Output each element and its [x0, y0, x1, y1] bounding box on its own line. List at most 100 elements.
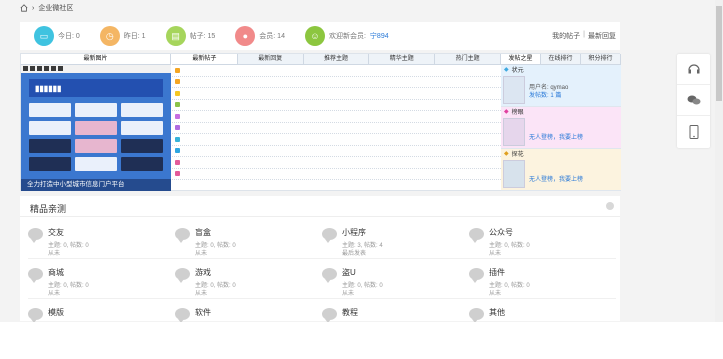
stat-members: ● 会员: 14 [235, 26, 285, 46]
forum-item[interactable]: 游戏 主题: 0, 帖数: 0 从未 [175, 266, 322, 299]
forum-name[interactable]: 盲盒 [195, 227, 211, 238]
page: › 企业微社区 ▭ 今日: 0 ◷ 昨日: 1 ▤ 帖子: 15 ● 会员: 14 ☺ 欢… [0, 0, 723, 359]
forum-last-post: 从未 [48, 291, 61, 297]
tab-latest-images[interactable]: 最新图片 [21, 54, 171, 64]
rank-join-link[interactable]: 无人登榜，我要上榜 [529, 132, 583, 141]
forum-last-post: 从未 [195, 291, 208, 297]
forum-item[interactable]: 盲盒 主题: 0, 帖数: 0 从未 [175, 226, 322, 259]
bullet-icon [175, 90, 180, 96]
stats-bar: ▭ 今日: 0 ◷ 昨日: 1 ▤ 帖子: 15 ● 会员: 14 ☺ 欢迎新会员: 宁89… [20, 22, 620, 50]
list-item[interactable] [172, 100, 501, 111]
rank-join-link[interactable]: 无人登榜，我要上榜 [529, 174, 583, 183]
forum-item[interactable]: 商城 主题: 0, 帖数: 0 从未 [28, 266, 175, 299]
list-item[interactable] [172, 123, 501, 134]
list-item[interactable] [172, 88, 501, 100]
bullet-icon [175, 79, 180, 85]
quick-links: 我的帖子 | 最新回复 [552, 31, 616, 41]
scrollbar-thumb[interactable] [716, 6, 722, 101]
forum-name[interactable]: 游戏 [195, 267, 211, 278]
tab-points-rank[interactable]: 积分排行 [581, 54, 621, 64]
my-posts-link[interactable]: 我的帖子 [552, 31, 580, 41]
stat-welcome: ☺ 欢迎新会员: 宁894 [304, 26, 389, 46]
forum-bubble-icon [175, 228, 190, 243]
list-item[interactable] [172, 157, 501, 169]
breadcrumb-current[interactable]: 企业微社区 [38, 3, 73, 13]
forum-bubble-icon [469, 268, 484, 283]
forum-bubble-icon [322, 268, 337, 283]
post-icon: ▤ [165, 26, 186, 46]
diamond-icon: ◆ [504, 151, 509, 157]
forum-name[interactable]: 教程 [342, 307, 358, 318]
home-icon[interactable] [20, 4, 28, 12]
forum-bubble-icon [175, 308, 190, 323]
breadcrumb-separator: › [32, 4, 35, 12]
section-title: 精品亲测 [30, 204, 67, 214]
forum-name[interactable]: 插件 [489, 267, 505, 278]
new-member-link[interactable]: 宁894 [370, 31, 389, 41]
slide-thumbnails [29, 103, 163, 171]
slide-banner: ▮▮▮▮▮▮ [29, 79, 163, 97]
forum-name[interactable]: 盗U [342, 267, 356, 278]
forum-name[interactable]: 小程序 [342, 227, 366, 238]
list-item[interactable] [172, 65, 501, 77]
post-tab-row: 最新帖子 最新回复 推荐主题 精华主题 热门主题 [172, 54, 501, 65]
clock-icon: ◷ [99, 26, 120, 46]
latest-reply-link[interactable]: 最新回复 [588, 31, 616, 41]
phone-icon[interactable] [677, 116, 710, 147]
list-item[interactable] [172, 111, 501, 123]
bullet-icon [175, 113, 180, 119]
forum-name[interactable]: 其他 [489, 307, 505, 318]
forum-bubble-icon [322, 308, 337, 323]
forum-bubble-icon [322, 228, 337, 243]
rank-first: ◆ 状元 用户名: qymao 发帖数: 1 篇 [501, 65, 621, 107]
forum-item[interactable]: 交友 主题: 0, 帖数: 0 从未 [28, 226, 175, 259]
rank-panel: ◆ 状元 用户名: qymao 发帖数: 1 篇 ◆ 榜眼 无人登榜，我要上榜 ◆ 探… [501, 65, 621, 191]
bullet-icon [175, 67, 180, 73]
scrollbar[interactable] [715, 0, 723, 322]
forum-item[interactable]: 盗U 主题: 0, 帖数: 0 从未 [322, 266, 469, 299]
forum-item[interactable]: 插件 主题: 0, 帖数: 0 从未 [469, 266, 616, 299]
tab-latest-posts[interactable]: 最新帖子 [172, 54, 238, 64]
bullet-icon [175, 171, 180, 177]
forum-last-post: 从未 [48, 251, 61, 257]
image-tab-row: 最新图片 [21, 54, 171, 65]
forum-name[interactable]: 软件 [195, 307, 211, 318]
forum-bubble-icon [175, 268, 190, 283]
tab-post-stars[interactable]: 发帖之星 [501, 54, 541, 64]
diamond-icon: ◆ [504, 67, 509, 73]
forum-item[interactable]: 公众号 主题: 0, 帖数: 0 从未 [469, 226, 616, 259]
forum-last-post: 从未 [342, 291, 355, 297]
tab-featured[interactable]: 精华主题 [369, 54, 436, 64]
forum-bubble-icon [28, 228, 43, 243]
tab-online-rank[interactable]: 在线排行 [541, 54, 581, 64]
wechat-icon[interactable] [677, 85, 710, 116]
forum-name[interactable]: 交友 [48, 227, 64, 238]
forum-last-post: 从未 [489, 291, 502, 297]
avatar[interactable] [503, 160, 525, 188]
stat-posts: ▤ 帖子: 15 [165, 26, 215, 46]
forum-name[interactable]: 商城 [48, 267, 64, 278]
avatar[interactable] [503, 76, 525, 104]
forum-item[interactable]: 小程序 主题: 3, 帖数: 4 最后发表 [322, 226, 469, 259]
list-item[interactable] [172, 169, 501, 180]
bullet-icon [175, 148, 180, 154]
list-item[interactable] [172, 134, 501, 146]
forum-bubble-icon [28, 268, 43, 283]
forum-name[interactable]: 模版 [48, 307, 64, 318]
forum-name[interactable]: 公众号 [489, 227, 513, 238]
tab-recommended[interactable]: 推荐主题 [304, 54, 370, 64]
forum-bubble-icon [28, 308, 43, 323]
stat-yesterday: ◷ 昨日: 1 [99, 26, 146, 46]
headset-icon[interactable] [677, 54, 710, 85]
stat-today: ▭ 今日: 0 [34, 26, 80, 46]
featured-forums: 精品亲测 交友 主题: 0, 帖数: 0 从未 盲盒 主题: 0, 帖数: 0 从未 小程序… [20, 196, 620, 339]
tab-hot[interactable]: 热门主题 [435, 54, 501, 64]
latest-image-slide[interactable]: ▮▮▮▮▮▮ 全力打造中小型城市信息门户平台 [21, 65, 171, 191]
list-item[interactable] [172, 146, 501, 157]
avatar[interactable] [503, 118, 525, 146]
tab-latest-replies[interactable]: 最新回复 [238, 54, 304, 64]
slide-caption[interactable]: 全力打造中小型城市信息门户平台 [21, 179, 171, 191]
list-item[interactable] [172, 77, 501, 88]
user-icon: ☺ [304, 26, 325, 46]
collapse-icon[interactable] [606, 202, 614, 210]
